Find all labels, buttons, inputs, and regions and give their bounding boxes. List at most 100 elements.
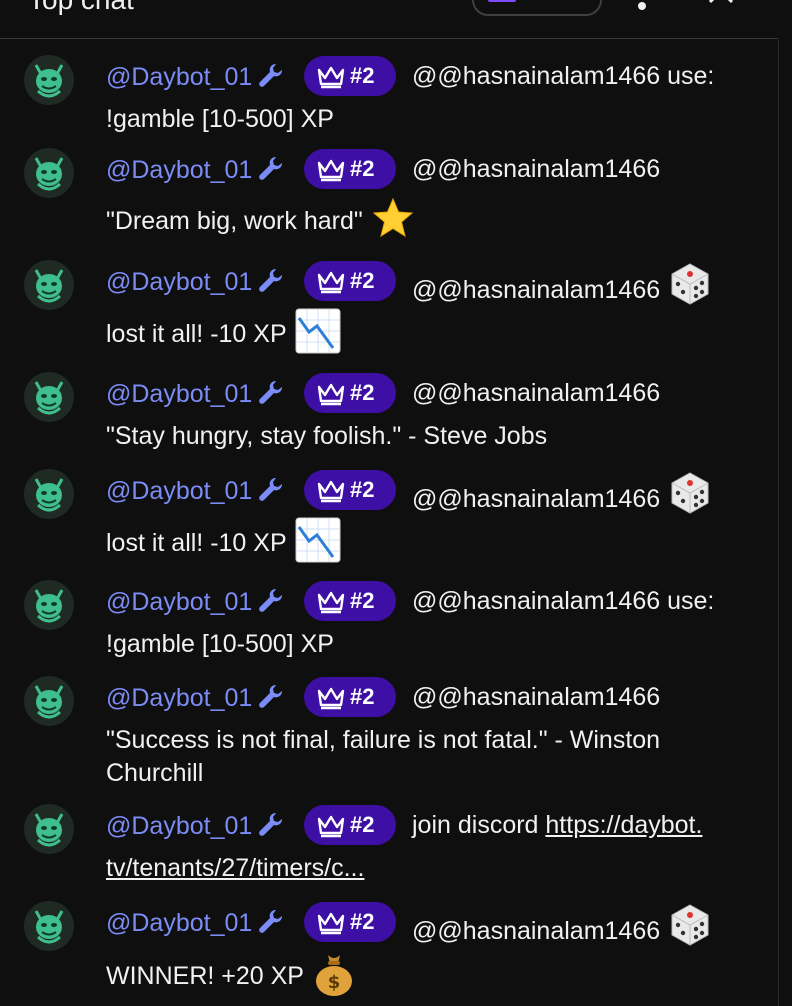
message-continuation: "Stay hungry, stay foolish." - Steve Job… <box>106 420 746 453</box>
wrench-icon <box>256 377 286 407</box>
message-mention: @@hasnainalam1466 <box>412 683 661 711</box>
wrench-icon <box>256 153 286 183</box>
message-body: Churchill <box>106 759 204 787</box>
message-body: lost it all! -10 XP <box>106 529 287 558</box>
author-name[interactable]: @Daybot_01 <box>106 909 252 937</box>
crown-icon <box>316 909 346 935</box>
wrench-icon <box>256 474 286 504</box>
rank-label: #2 <box>350 268 375 293</box>
rank-label: #2 <box>350 156 375 181</box>
rank-badge: #2 <box>304 677 396 717</box>
message-mention: @@hasnainalam1466 use: <box>412 587 715 615</box>
crown-icon <box>316 477 346 503</box>
rank-badge: #2 <box>304 56 396 96</box>
author-name[interactable]: @Daybot_01 <box>106 812 252 840</box>
rank-badge: #2 <box>304 149 396 189</box>
rank-badge: #2 <box>304 373 396 413</box>
rank-label: #2 <box>350 477 375 502</box>
wrench-icon <box>256 906 286 936</box>
message-continuation: "Dream big, work hard" <box>106 196 746 249</box>
scrollbar[interactable] <box>778 0 792 1006</box>
author-name[interactable]: @Daybot_01 <box>106 684 252 712</box>
message-body: WINNER! +20 XP <box>106 962 304 991</box>
message-text: @@hasnainalam1466 use: <box>412 585 714 618</box>
message-body: "Success is not final, failure is not fa… <box>106 726 661 754</box>
message-body: lost it all! -10 XP <box>106 320 287 349</box>
avatar[interactable] <box>24 260 74 310</box>
rank-label: #2 <box>350 63 375 88</box>
wrench-icon <box>256 809 286 839</box>
wrench-icon <box>256 681 286 711</box>
chat-header: Top chat <box>0 0 778 39</box>
author-name[interactable]: @Daybot_01 <box>106 477 252 505</box>
message-body: !gamble [10-500] XP <box>106 630 334 658</box>
message-prefix: join discord <box>412 811 539 839</box>
avatar[interactable] <box>24 469 74 519</box>
message-body: "Dream big, work hard" <box>106 207 363 236</box>
crown-icon <box>316 156 346 182</box>
wrench-icon <box>256 585 286 615</box>
close-icon[interactable] <box>706 0 736 8</box>
crown-icon <box>316 63 346 89</box>
message-mention: @@hasnainalam1466 use: <box>412 62 715 90</box>
avatar[interactable] <box>24 55 74 105</box>
money-bag-icon: $ <box>312 949 356 1006</box>
message-text: @@hasnainalam1466 <box>412 153 660 186</box>
crown-icon <box>316 588 346 614</box>
discord-link[interactable]: https://daybot. <box>545 811 702 839</box>
rank-badge: #2 <box>304 805 396 845</box>
message-text: @@hasnainalam1466 <box>412 681 660 714</box>
wrench-icon <box>256 265 286 295</box>
author-name[interactable]: @Daybot_01 <box>106 380 252 408</box>
message-text: @@hasnainalam1466 use: <box>412 60 714 93</box>
message-mention: @@hasnainalam1466 <box>412 917 661 946</box>
message-mention: @@hasnainalam1466 <box>412 155 661 183</box>
more-options-icon[interactable] <box>632 0 652 10</box>
rank-badge: #2 <box>304 581 396 621</box>
rank-badge: #2 <box>304 261 396 301</box>
star-icon <box>371 196 415 249</box>
avatar[interactable] <box>24 901 74 951</box>
message-continuation: lost it all! -10 XP <box>106 308 746 363</box>
avatar[interactable] <box>24 148 74 198</box>
author-name[interactable]: @Daybot_01 <box>106 588 252 616</box>
message-continuation: tv/tenants/27/timers/c... <box>106 852 746 885</box>
author-name[interactable]: @Daybot_01 <box>106 156 252 184</box>
message-continuation: lost it all! -10 XP <box>106 517 746 572</box>
chart-decreasing-icon <box>295 308 341 363</box>
message-continuation: WINNER! +20 XP $ <box>106 949 746 1006</box>
rank-badge: #2 <box>304 470 396 510</box>
avatar[interactable] <box>24 804 74 854</box>
message-continuation: !gamble [10-500] XP <box>106 628 746 661</box>
rank-label: #2 <box>350 588 375 613</box>
rank-badge: #2 <box>304 902 396 942</box>
crown-icon <box>316 812 346 838</box>
rank-label: #2 <box>350 909 375 934</box>
discord-link-continued[interactable]: tv/tenants/27/timers/c... <box>106 854 364 882</box>
author-name[interactable]: @Daybot_01 <box>106 268 252 296</box>
author-name[interactable]: @Daybot_01 <box>106 63 252 91</box>
avatar[interactable] <box>24 676 74 726</box>
wrench-icon <box>256 60 286 90</box>
message-continuation: "Success is not final, failure is not fa… <box>106 724 746 757</box>
message-text: @@hasnainalam1466 <box>412 377 660 410</box>
crown-icon <box>316 684 346 710</box>
chat-title: Top chat <box>28 0 134 16</box>
rank-label: #2 <box>350 812 375 837</box>
message-continuation: !gamble [10-500] XP <box>106 103 746 136</box>
chat-mode-toggle[interactable] <box>472 0 602 16</box>
rank-label: #2 <box>350 380 375 405</box>
scrollbar-divider <box>778 40 779 1006</box>
crown-icon <box>316 380 346 406</box>
chart-decreasing-icon <box>295 517 341 572</box>
avatar[interactable] <box>24 580 74 630</box>
message-mention: @@hasnainalam1466 <box>412 379 661 407</box>
message-continuation: Churchill <box>106 757 746 790</box>
message-text: join discord https://daybot. <box>412 809 702 842</box>
message-body: !gamble [10-500] XP <box>106 105 334 133</box>
message-mention: @@hasnainalam1466 <box>412 485 661 514</box>
rank-label: #2 <box>350 684 375 709</box>
avatar[interactable] <box>24 372 74 422</box>
message-mention: @@hasnainalam1466 <box>412 276 661 305</box>
message-body: "Stay hungry, stay foolish." - Steve Job… <box>106 422 548 450</box>
